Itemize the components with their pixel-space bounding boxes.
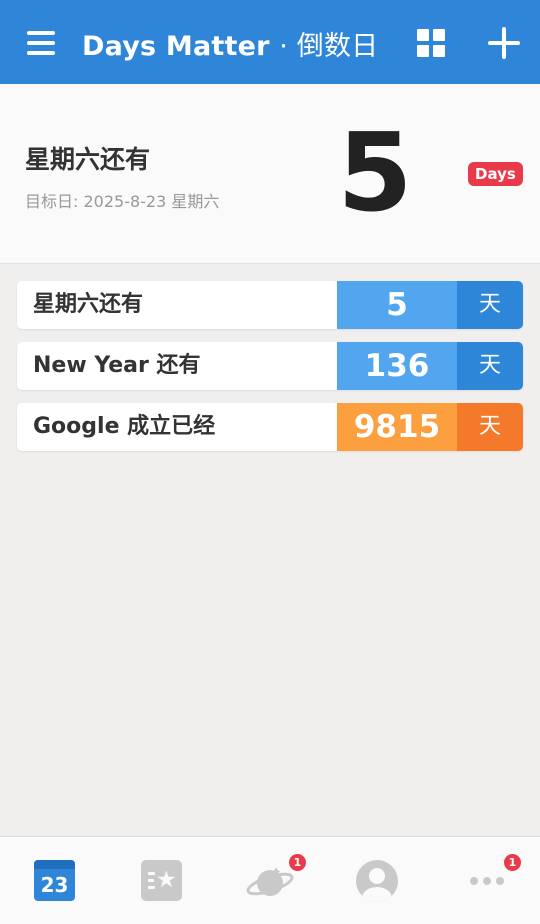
event-row-count: 136 [337,342,457,390]
grid-view-icon[interactable] [417,29,445,57]
nav-item-more[interactable]: 1 [432,837,540,924]
add-event-plus-icon[interactable] [488,27,520,59]
nav-item-profile[interactable] [324,837,432,924]
event-row-unit: 天 [457,342,523,390]
app-title-main: Days Matter [82,31,270,62]
featured-target-date: 目标日: 2025-8-23 星期六 [25,192,220,211]
event-row-count: 5 [337,281,457,329]
event-row-unit: 天 [457,281,523,329]
event-row[interactable]: New Year 还有 136 天 [17,342,523,390]
avatar-icon [356,860,398,902]
top-app-bar: Days Matter · 倒数日 [0,0,540,84]
bottom-navigation-bar: 23 ★ 1 1 [0,836,540,924]
planet-icon [246,867,294,896]
event-row-unit: 天 [457,403,523,451]
nav-item-starred[interactable]: ★ [108,837,216,924]
calendar-icon-day: 23 [40,873,69,897]
event-row-label: 星期六还有 [33,292,144,317]
more-icon [470,877,506,885]
app-title: Days Matter · 倒数日 [82,24,378,63]
calendar-icon: 23 [34,860,75,901]
hamburger-menu-icon[interactable] [27,31,55,55]
event-row-count: 9815 [337,403,457,451]
app-root: Days Matter · 倒数日 星期六还有 目标日: 2025-8-23 星… [0,0,540,924]
nav-item-discover[interactable]: 1 [216,837,324,924]
featured-day-count: 5 [337,111,413,236]
starred-list-icon: ★ [141,860,182,901]
event-row[interactable]: Google 成立已经 9815 天 [17,403,523,451]
discover-notification-badge: 1 [289,854,306,871]
event-row-label: New Year 还有 [33,353,201,378]
event-row-label: Google 成立已经 [33,414,216,439]
more-notification-badge: 1 [504,854,521,871]
nav-item-calendar[interactable]: 23 [0,837,108,924]
event-row[interactable]: 星期六还有 5 天 [17,281,523,329]
days-unit-badge: Days [468,162,523,186]
featured-countdown-card[interactable]: 星期六还有 目标日: 2025-8-23 星期六 5 Days [0,84,540,264]
app-title-subtitle: · 倒数日 [279,31,379,62]
featured-title: 星期六还有 [25,145,151,174]
